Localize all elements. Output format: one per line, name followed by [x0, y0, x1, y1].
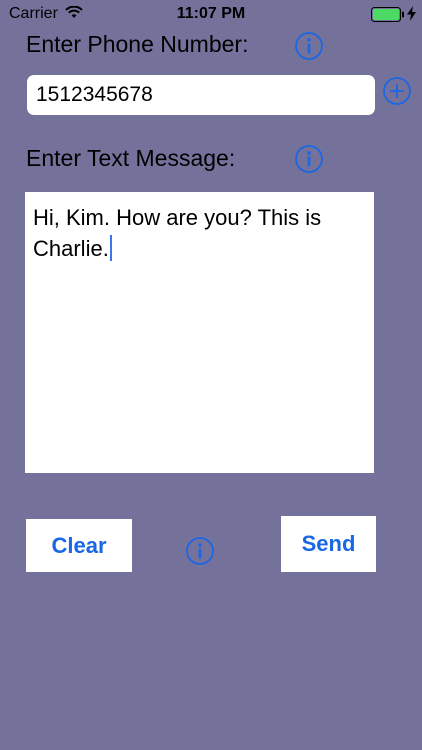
- text-cursor: [109, 235, 112, 261]
- clock: 11:07 PM: [176, 5, 246, 22]
- send-button[interactable]: Send: [281, 516, 376, 572]
- info-icon[interactable]: [294, 31, 324, 61]
- clear-button[interactable]: Clear: [26, 519, 132, 572]
- message-textarea[interactable]: Hi, Kim. How are you? This is Charlie.: [25, 192, 374, 473]
- charging-bolt-icon: [407, 6, 416, 21]
- info-icon[interactable]: [185, 536, 215, 566]
- message-label: Enter Text Message:: [26, 145, 236, 171]
- phone-label: Enter Phone Number:: [26, 31, 249, 57]
- battery-icon: [371, 7, 404, 22]
- plus-circle-icon[interactable]: [382, 76, 412, 106]
- phone-number-input[interactable]: 1512345678: [27, 75, 375, 115]
- message-text: Hi, Kim. How are you? This is Charlie.: [33, 205, 322, 261]
- status-bar: Carrier 11:07 PM: [0, 0, 422, 30]
- info-icon[interactable]: [294, 144, 324, 174]
